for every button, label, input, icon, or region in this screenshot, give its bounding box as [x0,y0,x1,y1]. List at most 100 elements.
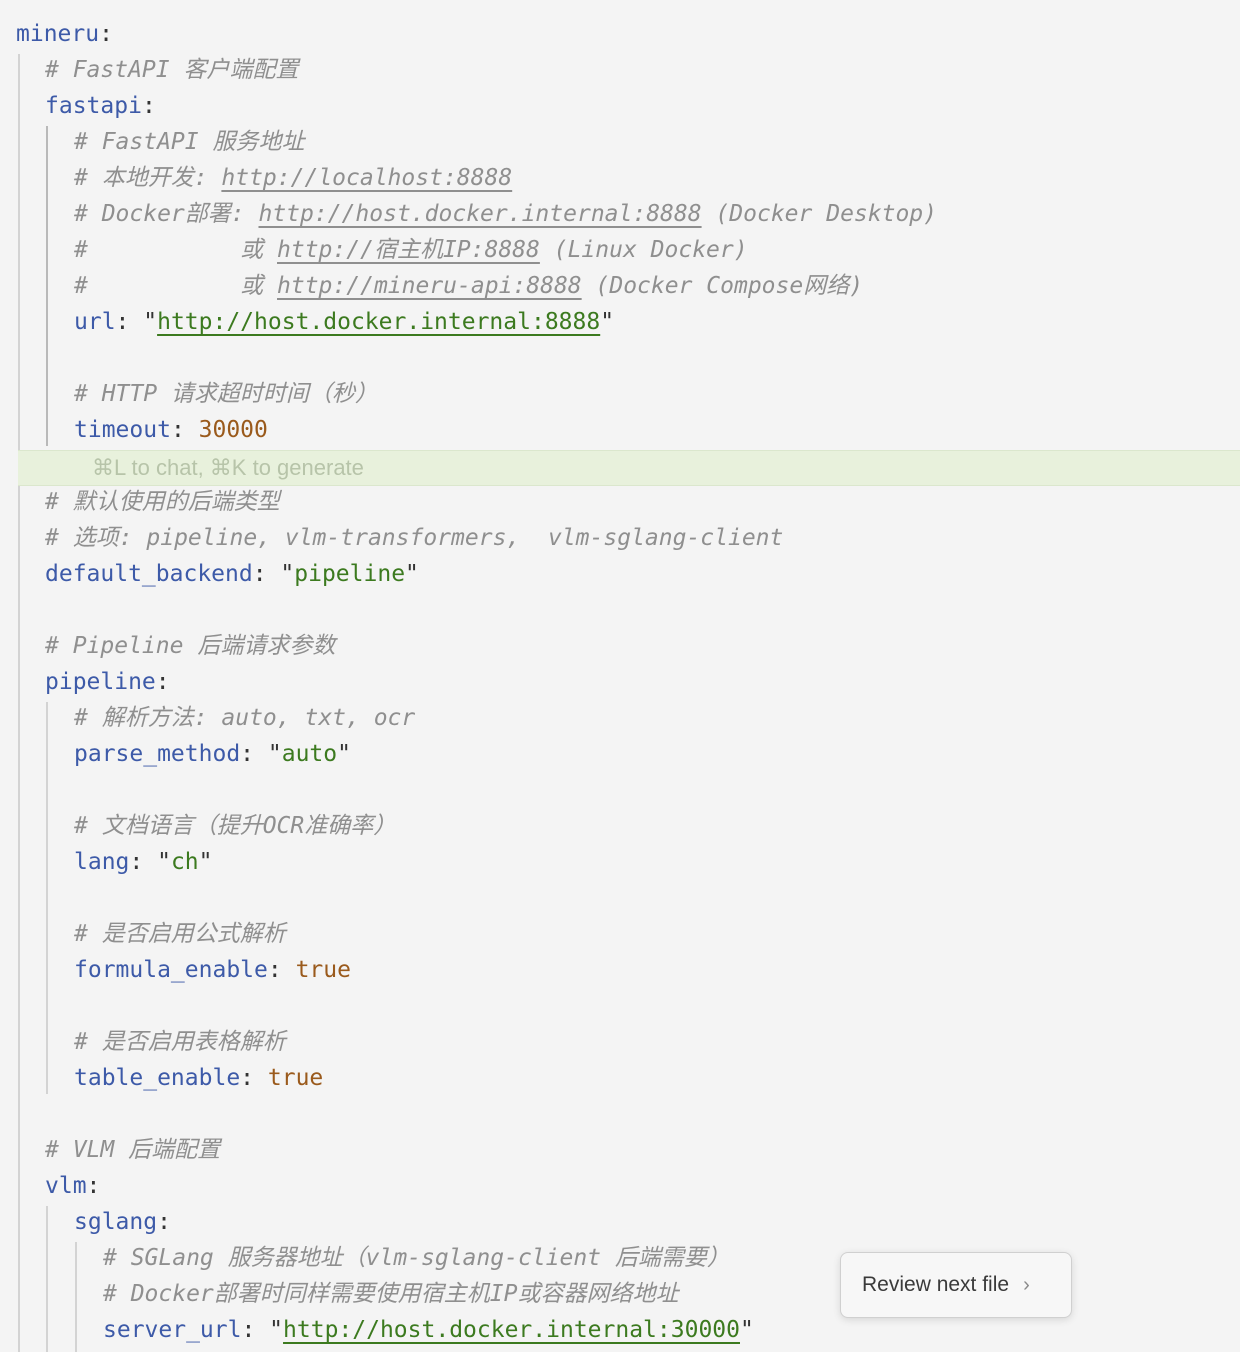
yaml-value: ch [170,849,199,875]
yaml-comment: # HTTP 请求超时时间（秒） [74,381,378,407]
yaml-punct: : [170,417,199,443]
code-line[interactable]: formula_enable: true [74,952,1240,988]
yaml-punct: : " [240,741,282,767]
code-line[interactable] [45,1096,1240,1132]
yaml-comment: # 默认使用的后端类型 [45,489,280,515]
yaml-punct: " [198,849,213,875]
yaml-comment: # 是否启用表格解析 [74,1029,286,1055]
yaml-comment: # 本地开发: [74,165,222,191]
yaml-comment: # Docker部署时同样需要使用宿主机IP或容器网络地址 [103,1281,679,1307]
code-line[interactable]: # HTTP 请求超时时间（秒） [74,376,1240,412]
code-line[interactable]: # 默认使用的后端类型 [45,484,1240,520]
separator-comment: # ======================================… [14,0,859,8]
code-line[interactable]: # 是否启用公式解析 [74,916,1240,952]
code-line[interactable]: default_backend: "pipeline" [45,556,1240,592]
code-line[interactable]: server_url: "http://host.docker.internal… [103,1312,1240,1348]
indent-guide-vlm [46,1206,48,1352]
yaml-comment: # 或 [74,273,278,299]
code-line[interactable] [74,880,1240,916]
yaml-comment: # 选项: pipeline, vlm-transformers, vlm-sg… [45,525,784,551]
indent-guide-fastapi [46,126,48,446]
yaml-key: fastapi [45,93,142,119]
code-line[interactable] [45,592,1240,628]
yaml-punct: : [267,957,296,983]
code-line[interactable]: # 文档语言（提升OCR准确率） [74,808,1240,844]
yaml-value: 30000 [198,417,268,443]
yaml-comment: # 文档语言（提升OCR准确率） [74,813,397,839]
yaml-punct: : [141,93,156,119]
code-line[interactable]: table_enable: true [74,1060,1240,1096]
yaml-comment: # FastAPI 客户端配置 [45,57,299,83]
yaml-punct: : " [129,849,171,875]
yaml-punct: : [240,1065,268,1091]
yaml-key: mineru [16,21,100,47]
indent-guide-pipeline [46,702,48,1094]
code-line[interactable]: # FastAPI 服务地址 [74,124,1240,160]
inline-ai-hint: ⌘L to chat, ⌘K to generate [92,455,364,480]
review-next-file-button[interactable]: Review next file › [840,1252,1072,1318]
yaml-comment: # 解析方法: auto, txt, ocr [74,705,416,731]
yaml-punct: : " [241,1317,284,1343]
code-line[interactable] [74,772,1240,808]
yaml-key: default_backend [45,561,253,587]
yaml-punct: : " [252,561,295,587]
code-line[interactable]: # 选项: pipeline, vlm-transformers, vlm-sg… [45,520,1240,556]
code-line[interactable]: # Docker部署: http://host.docker.internal:… [74,196,1240,232]
yaml-comment[interactable]: http://mineru-api:8888 [277,273,582,299]
code-line[interactable]: pipeline: [45,664,1240,700]
yaml-value: auto [281,741,338,767]
yaml-comment[interactable]: http://宿主机IP:8888 [277,237,540,263]
indent-guide-mineru [18,54,20,1352]
yaml-key: sglang [74,1209,158,1235]
yaml-key: timeout [74,417,171,443]
yaml-punct: " [337,741,351,767]
yaml-comment: # VLM 后端配置 [45,1137,221,1163]
yaml-punct: " [740,1317,754,1343]
code-line[interactable]: lang: "ch" [74,844,1240,880]
yaml-punct: : [157,1209,171,1235]
code-line[interactable]: sglang: [74,1204,1240,1240]
indent-guide-sglang [75,1242,77,1352]
yaml-punct: : [86,1173,101,1199]
yaml-comment: # FastAPI 服务地址 [74,129,305,155]
inline-ai-hint-row[interactable]: ⌘L to chat, ⌘K to generate [18,450,1240,486]
yaml-value[interactable]: http://host.docker.internal:8888 [157,309,600,335]
yaml-comment: # 是否启用公式解析 [74,921,286,947]
yaml-key: pipeline [45,669,156,695]
yaml-key: formula_enable [74,957,268,983]
yaml-key: lang [74,849,130,875]
code-line[interactable]: # 是否启用表格解析 [74,1024,1240,1060]
yaml-comment: # Pipeline 后端请求参数 [45,633,336,659]
code-line[interactable]: # VLM 后端配置 [45,1132,1240,1168]
yaml-comment: (Docker Desktop) [701,201,937,227]
yaml-comment: (Linux Docker) [539,237,748,263]
code-line[interactable]: # Pipeline 后端请求参数 [45,628,1240,664]
yaml-punct: " [600,309,615,335]
yaml-punct: : [99,21,113,47]
yaml-comment: # 或 [74,237,278,263]
code-line[interactable]: timeout: 30000 [74,412,1240,448]
yaml-punct: : " [115,309,158,335]
yaml-key: server_url [103,1317,242,1343]
yaml-value: pipeline [294,561,406,587]
yaml-value: true [267,1065,324,1091]
yaml-key: url [74,309,116,335]
yaml-comment[interactable]: http://host.docker.internal:8888 [258,201,701,227]
yaml-key: vlm [45,1173,87,1199]
code-line[interactable] [74,988,1240,1024]
yaml-comment[interactable]: http://localhost:8888 [221,165,512,191]
code-line[interactable]: url: "http://host.docker.internal:8888" [74,304,1240,340]
code-line[interactable]: # 或 http://宿主机IP:8888 (Linux Docker) [74,232,1240,268]
code-line[interactable]: parse_method: "auto" [74,736,1240,772]
yaml-value: true [295,957,351,983]
code-line[interactable]: vlm: [45,1168,1240,1204]
code-line[interactable]: fastapi: [45,88,1240,124]
code-line[interactable]: # 或 http://mineru-api:8888 (Docker Compo… [74,268,1240,304]
review-next-file-label: Review next file [862,1273,1010,1296]
code-line[interactable]: mineru: [16,16,1240,52]
code-line[interactable]: # 解析方法: auto, txt, ocr [74,700,1240,736]
code-line[interactable] [74,340,1240,376]
yaml-value[interactable]: http://host.docker.internal:30000 [283,1317,740,1343]
code-line[interactable]: # 本地开发: http://localhost:8888 [74,160,1240,196]
code-line[interactable]: # FastAPI 客户端配置 [45,52,1240,88]
